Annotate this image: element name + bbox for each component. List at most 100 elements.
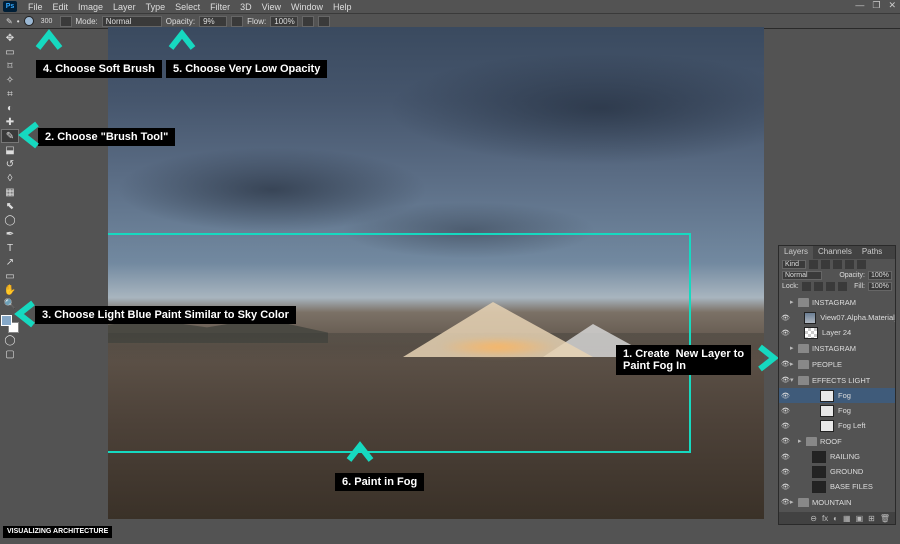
filter-type-icon[interactable] bbox=[833, 260, 842, 269]
layer-group[interactable]: 👁▸ MOUNTAIN bbox=[779, 494, 895, 510]
menu-3d[interactable]: 3D bbox=[235, 2, 257, 12]
layer-group[interactable]: ▸ INSTAGRAM bbox=[779, 340, 895, 356]
panel-tab-channels[interactable]: Channels bbox=[813, 246, 857, 259]
menu-layer[interactable]: Layer bbox=[108, 2, 141, 12]
tool-history[interactable]: ↺ bbox=[1, 157, 19, 171]
pressure-size-icon[interactable] bbox=[318, 16, 330, 27]
layers-footer-button-3[interactable]: ▦ bbox=[843, 514, 851, 523]
tool-hand[interactable]: ✋ bbox=[1, 283, 19, 297]
layer-thumbnail[interactable] bbox=[812, 466, 826, 478]
visibility-icon[interactable]: 👁 bbox=[781, 468, 790, 476]
visibility-icon[interactable]: 👁 bbox=[781, 422, 790, 430]
lock-transparent-icon[interactable] bbox=[802, 282, 811, 291]
visibility-icon[interactable]: 👁 bbox=[781, 407, 790, 415]
visibility-icon[interactable]: 👁 bbox=[781, 329, 790, 337]
brush-size[interactable]: 300 bbox=[38, 16, 56, 26]
layer-group[interactable]: 👁 ▸ ROOF bbox=[779, 433, 895, 449]
layer-thumbnail[interactable] bbox=[820, 390, 834, 402]
disclosure-icon[interactable]: ▸ bbox=[790, 344, 798, 352]
pressure-opacity-icon[interactable] bbox=[231, 16, 243, 27]
disclosure-icon[interactable]: ▸ bbox=[790, 498, 798, 506]
layers-footer-button-0[interactable]: ⊖ bbox=[810, 514, 817, 523]
layer-fill-input[interactable]: 100% bbox=[868, 282, 892, 291]
layer-thumbnail[interactable] bbox=[820, 420, 834, 432]
menu-help[interactable]: Help bbox=[328, 2, 357, 12]
tool-eyedrop[interactable]: ◐ bbox=[1, 101, 19, 115]
lock-pixels-icon[interactable] bbox=[814, 282, 823, 291]
filter-adjust-icon[interactable] bbox=[821, 260, 830, 269]
layer-name[interactable]: EFFECTS LIGHT bbox=[812, 376, 870, 385]
layer-name[interactable]: GROUND bbox=[830, 467, 863, 476]
layer-thumbnail[interactable] bbox=[812, 481, 826, 493]
quickmask-icon[interactable]: ◯ bbox=[1, 333, 19, 347]
tool-gradient[interactable]: ▦ bbox=[1, 185, 19, 199]
layer-name[interactable]: INSTAGRAM bbox=[812, 298, 856, 307]
layers-footer-button-5[interactable]: ⊞ bbox=[868, 514, 875, 523]
layer-row[interactable]: 👁Fog bbox=[779, 388, 895, 403]
layer-group[interactable]: 👁▸PEOPLE bbox=[779, 356, 895, 372]
layer-name[interactable]: View07.Alpha.Material_ID bbox=[820, 313, 895, 322]
tool-crop[interactable]: ⌗ bbox=[1, 87, 19, 101]
visibility-icon[interactable]: 👁 bbox=[781, 483, 790, 491]
layer-group[interactable]: ▸ INSTAGRAM bbox=[779, 294, 895, 310]
blend-mode-select[interactable]: Normal bbox=[102, 16, 162, 27]
layer-name[interactable]: Fog bbox=[838, 406, 851, 415]
filter-shape-icon[interactable] bbox=[845, 260, 854, 269]
layer-row[interactable]: 👁 BASE FILES bbox=[779, 479, 895, 494]
filter-pixel-icon[interactable] bbox=[809, 260, 818, 269]
tool-preset-icon[interactable]: ✎ bbox=[6, 17, 13, 26]
layer-name[interactable]: INSTAGRAM bbox=[812, 344, 856, 353]
visibility-icon[interactable]: 👁 bbox=[781, 376, 790, 384]
menu-image[interactable]: Image bbox=[73, 2, 108, 12]
visibility-icon[interactable]: 👁 bbox=[781, 453, 790, 461]
layers-footer-button-1[interactable]: fx bbox=[822, 514, 828, 523]
tool-move[interactable]: ✥ bbox=[1, 31, 19, 45]
layer-thumbnail[interactable] bbox=[804, 312, 816, 324]
layer-thumbnail[interactable] bbox=[820, 405, 834, 417]
layers-footer-button-6[interactable]: 🗑 bbox=[880, 514, 890, 523]
visibility-icon[interactable]: 👁 bbox=[781, 314, 790, 322]
menu-file[interactable]: File bbox=[23, 2, 48, 12]
panel-tab-layers[interactable]: Layers bbox=[779, 246, 813, 259]
filter-smart-icon[interactable] bbox=[857, 260, 866, 269]
maximize-button[interactable]: ❐ bbox=[872, 0, 880, 11]
layer-row[interactable]: 👁 Fog Left bbox=[779, 418, 895, 433]
filter-kind-select[interactable]: Kind bbox=[782, 260, 806, 269]
tool-marquee[interactable]: ▭ bbox=[1, 45, 19, 59]
layer-group[interactable]: 👁▾ EFFECTS LIGHT bbox=[779, 372, 895, 388]
opacity-input[interactable]: 9% bbox=[199, 16, 227, 27]
layer-name[interactable]: Fog bbox=[838, 391, 851, 400]
layer-name[interactable]: ROOF bbox=[820, 437, 842, 446]
disclosure-icon[interactable]: ▸ bbox=[790, 360, 798, 368]
menu-select[interactable]: Select bbox=[170, 2, 205, 12]
layer-row[interactable]: 👁RAILING bbox=[779, 449, 895, 464]
airbrush-icon[interactable] bbox=[302, 16, 314, 27]
lock-position-icon[interactable] bbox=[826, 282, 835, 291]
panel-tab-paths[interactable]: Paths bbox=[857, 246, 887, 259]
tool-path[interactable]: ↗ bbox=[1, 255, 19, 269]
disclosure-icon[interactable]: ▾ bbox=[790, 376, 798, 384]
visibility-icon[interactable]: 👁 bbox=[781, 437, 790, 445]
layer-row[interactable]: 👁 GROUND bbox=[779, 464, 895, 479]
layer-thumbnail[interactable] bbox=[804, 327, 818, 339]
disclosure-icon[interactable]: ▸ bbox=[798, 437, 806, 445]
brush-panel-icon[interactable] bbox=[60, 16, 72, 27]
menu-type[interactable]: Type bbox=[141, 2, 171, 12]
layer-name[interactable]: MOUNTAIN bbox=[812, 498, 851, 507]
disclosure-icon[interactable]: ▸ bbox=[790, 298, 798, 306]
foreground-color[interactable] bbox=[1, 315, 12, 326]
tool-wand[interactable]: ✧ bbox=[1, 73, 19, 87]
visibility-icon[interactable]: 👁 bbox=[781, 498, 790, 506]
tool-lasso[interactable]: ⌑ bbox=[1, 59, 19, 73]
layer-blend-select[interactable]: Normal bbox=[782, 271, 822, 280]
close-button[interactable]: ✕ bbox=[888, 0, 896, 11]
tool-type[interactable]: T bbox=[1, 241, 19, 255]
layer-name[interactable]: Fog Left bbox=[838, 421, 866, 430]
tool-dodge[interactable]: ◯ bbox=[1, 213, 19, 227]
lock-all-icon[interactable] bbox=[838, 282, 847, 291]
tool-eraser[interactable]: ◊ bbox=[1, 171, 19, 185]
layers-footer-button-2[interactable]: ◐ bbox=[833, 514, 838, 523]
layer-name[interactable]: BASE FILES bbox=[830, 482, 873, 491]
menu-filter[interactable]: Filter bbox=[205, 2, 235, 12]
layer-opacity-input[interactable]: 100% bbox=[868, 271, 892, 280]
